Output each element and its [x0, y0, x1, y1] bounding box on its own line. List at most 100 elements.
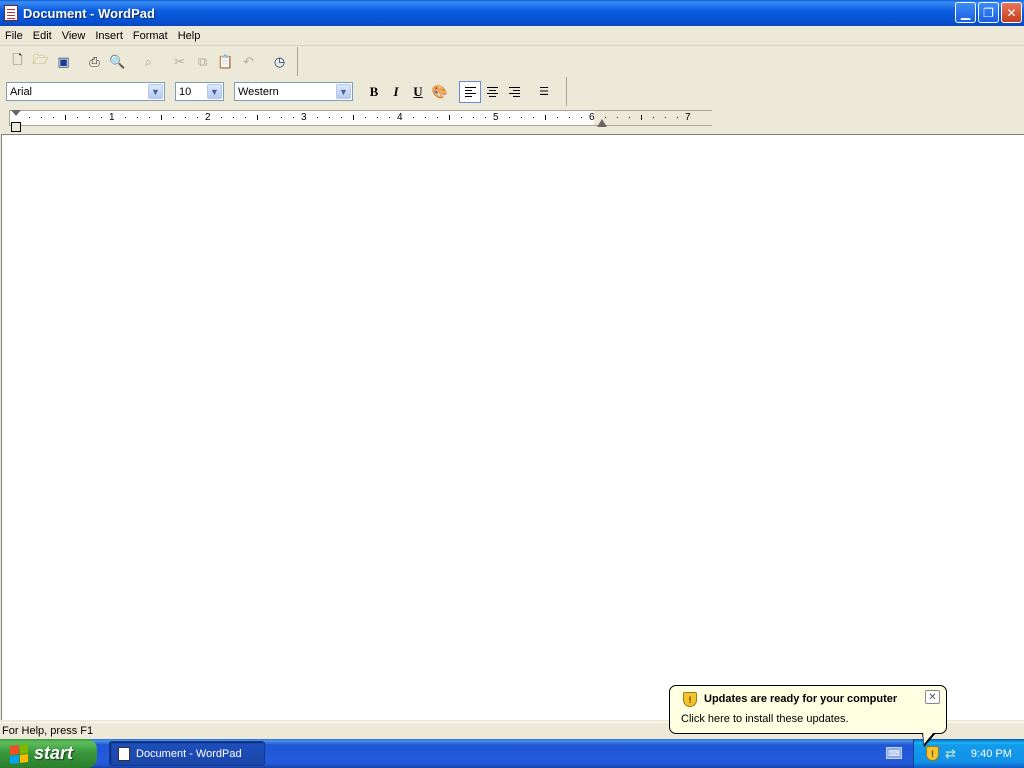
- font-size-value: 10: [179, 85, 192, 98]
- paste-icon[interactable]: 📋: [214, 51, 237, 73]
- ruler-tick: [557, 117, 558, 118]
- menu-insert[interactable]: Insert: [90, 30, 128, 42]
- cut-icon[interactable]: ✂: [168, 51, 191, 73]
- ruler-tick: [389, 117, 390, 118]
- ruler-tick: [665, 117, 666, 118]
- script-value: Western: [238, 85, 279, 98]
- window-controls: ▁ ❐ ✕: [955, 2, 1022, 23]
- balloon-tail-fill: [923, 732, 934, 744]
- ruler-tick: [437, 117, 438, 118]
- new-icon[interactable]: 🗋: [6, 51, 29, 73]
- ruler-number: 4: [397, 112, 403, 123]
- ruler-tick: [245, 117, 246, 118]
- minimize-button[interactable]: ▁: [955, 2, 976, 23]
- ruler-tick: [353, 115, 354, 120]
- security-shield-icon[interactable]: !: [926, 746, 939, 761]
- ruler-tick: [53, 117, 54, 118]
- document-editor[interactable]: [1, 134, 1024, 720]
- print-preview-icon[interactable]: 🔍: [106, 51, 129, 73]
- font-select[interactable]: Arial ▼: [6, 82, 165, 101]
- underline-button[interactable]: U: [407, 81, 429, 103]
- title-bar: Document - WordPad ▁ ❐ ✕: [0, 0, 1024, 26]
- ruler-number: 1: [109, 112, 115, 123]
- color-palette-icon[interactable]: 🎨: [429, 81, 451, 103]
- ruler-tick: [173, 117, 174, 118]
- align-left-button[interactable]: [459, 80, 481, 103]
- ruler-tick: [269, 117, 270, 118]
- balloon-text[interactable]: Click here to install these updates.: [681, 713, 849, 725]
- copy-icon[interactable]: ⧉: [191, 51, 214, 73]
- right-indent-marker[interactable]: [597, 119, 607, 127]
- ruler-number: 7: [685, 112, 691, 123]
- ruler-tick: [461, 117, 462, 118]
- ruler-tick: [473, 117, 474, 118]
- italic-button[interactable]: I: [385, 81, 407, 103]
- menu-file[interactable]: File: [0, 30, 28, 42]
- bold-button[interactable]: B: [363, 81, 385, 103]
- ruler-number: 6: [589, 112, 595, 123]
- ruler-tick: [449, 115, 450, 120]
- ruler-tick: [185, 117, 186, 118]
- standard-toolbar: 🗋 🗁 ▣ ⎙ 🔍 ⌕ ✂ ⧉ 📋 ↶ ◷: [0, 47, 298, 76]
- ruler-number: 5: [493, 112, 499, 123]
- ruler-tick: [281, 117, 282, 118]
- taskbar-item-wordpad[interactable]: Document - WordPad: [109, 741, 265, 766]
- format-toolbar: Arial ▼ 10 ▼ Western ▼ B I U 🎨 ☰: [0, 77, 567, 106]
- close-icon[interactable]: ✕: [925, 690, 940, 704]
- menu-view[interactable]: View: [57, 30, 91, 42]
- balloon-title: Updates are ready for your computer: [704, 693, 898, 705]
- ruler-bar[interactable]: 1 2 3 4 5 6 7: [9, 110, 712, 127]
- undo-icon[interactable]: ↶: [237, 51, 260, 73]
- ruler-tick: [29, 117, 30, 118]
- ruler-tick: [77, 117, 78, 118]
- ruler-tick: [257, 115, 258, 120]
- font-size-select[interactable]: 10 ▼: [175, 82, 224, 101]
- bullets-button[interactable]: ☰: [533, 81, 555, 103]
- align-left-icon: [464, 86, 476, 97]
- close-button[interactable]: ✕: [1001, 2, 1022, 23]
- align-right-icon: [508, 86, 520, 97]
- ruler-tick: [533, 117, 534, 118]
- find-icon[interactable]: ⌕: [137, 51, 160, 73]
- align-right-button[interactable]: [503, 81, 525, 103]
- print-icon[interactable]: ⎙: [83, 51, 106, 73]
- update-notification-balloon[interactable]: ! Updates are ready for your computer Cl…: [669, 685, 947, 734]
- left-indent-marker[interactable]: [11, 122, 21, 132]
- wordpad-icon: [118, 746, 130, 761]
- script-select[interactable]: Western ▼: [234, 82, 353, 101]
- ruler-tick: [605, 117, 606, 118]
- ruler-tick: [677, 117, 678, 118]
- restore-button[interactable]: ❐: [978, 2, 999, 23]
- ruler-tick: [317, 117, 318, 118]
- ruler-tick: [233, 117, 234, 118]
- align-center-button[interactable]: [481, 81, 503, 103]
- underline-label: U: [413, 83, 423, 99]
- ruler-tick: [617, 117, 618, 118]
- ruler-tick: [197, 117, 198, 118]
- ruler-tick: [341, 117, 342, 118]
- italic-label: I: [393, 83, 399, 99]
- open-icon[interactable]: 🗁: [29, 51, 52, 73]
- chevron-down-icon[interactable]: ▼: [207, 84, 222, 99]
- menu-edit[interactable]: Edit: [28, 30, 57, 42]
- ruler-tick: [125, 117, 126, 118]
- ruler-tick: [425, 117, 426, 118]
- ruler-tick: [509, 117, 510, 118]
- menu-help[interactable]: Help: [173, 30, 206, 42]
- start-button[interactable]: start: [0, 739, 97, 768]
- ruler-tick: [581, 117, 582, 118]
- ruler-tick: [149, 117, 150, 118]
- chevron-down-icon[interactable]: ▼: [336, 84, 351, 99]
- date-time-icon[interactable]: ◷: [268, 51, 291, 73]
- save-icon[interactable]: ▣: [52, 51, 75, 73]
- clock[interactable]: 9:40 PM: [971, 748, 1012, 760]
- network-icon[interactable]: ⇄: [945, 746, 956, 762]
- ruler-tick: [161, 115, 162, 120]
- keyboard-icon[interactable]: ⌨: [886, 747, 902, 759]
- chevron-down-icon[interactable]: ▼: [148, 84, 163, 99]
- ruler-tick: [41, 117, 42, 118]
- menu-format[interactable]: Format: [128, 30, 173, 42]
- wordpad-app-icon[interactable]: [4, 5, 18, 21]
- first-line-indent-marker[interactable]: [11, 110, 21, 116]
- ruler-tick: [221, 117, 222, 118]
